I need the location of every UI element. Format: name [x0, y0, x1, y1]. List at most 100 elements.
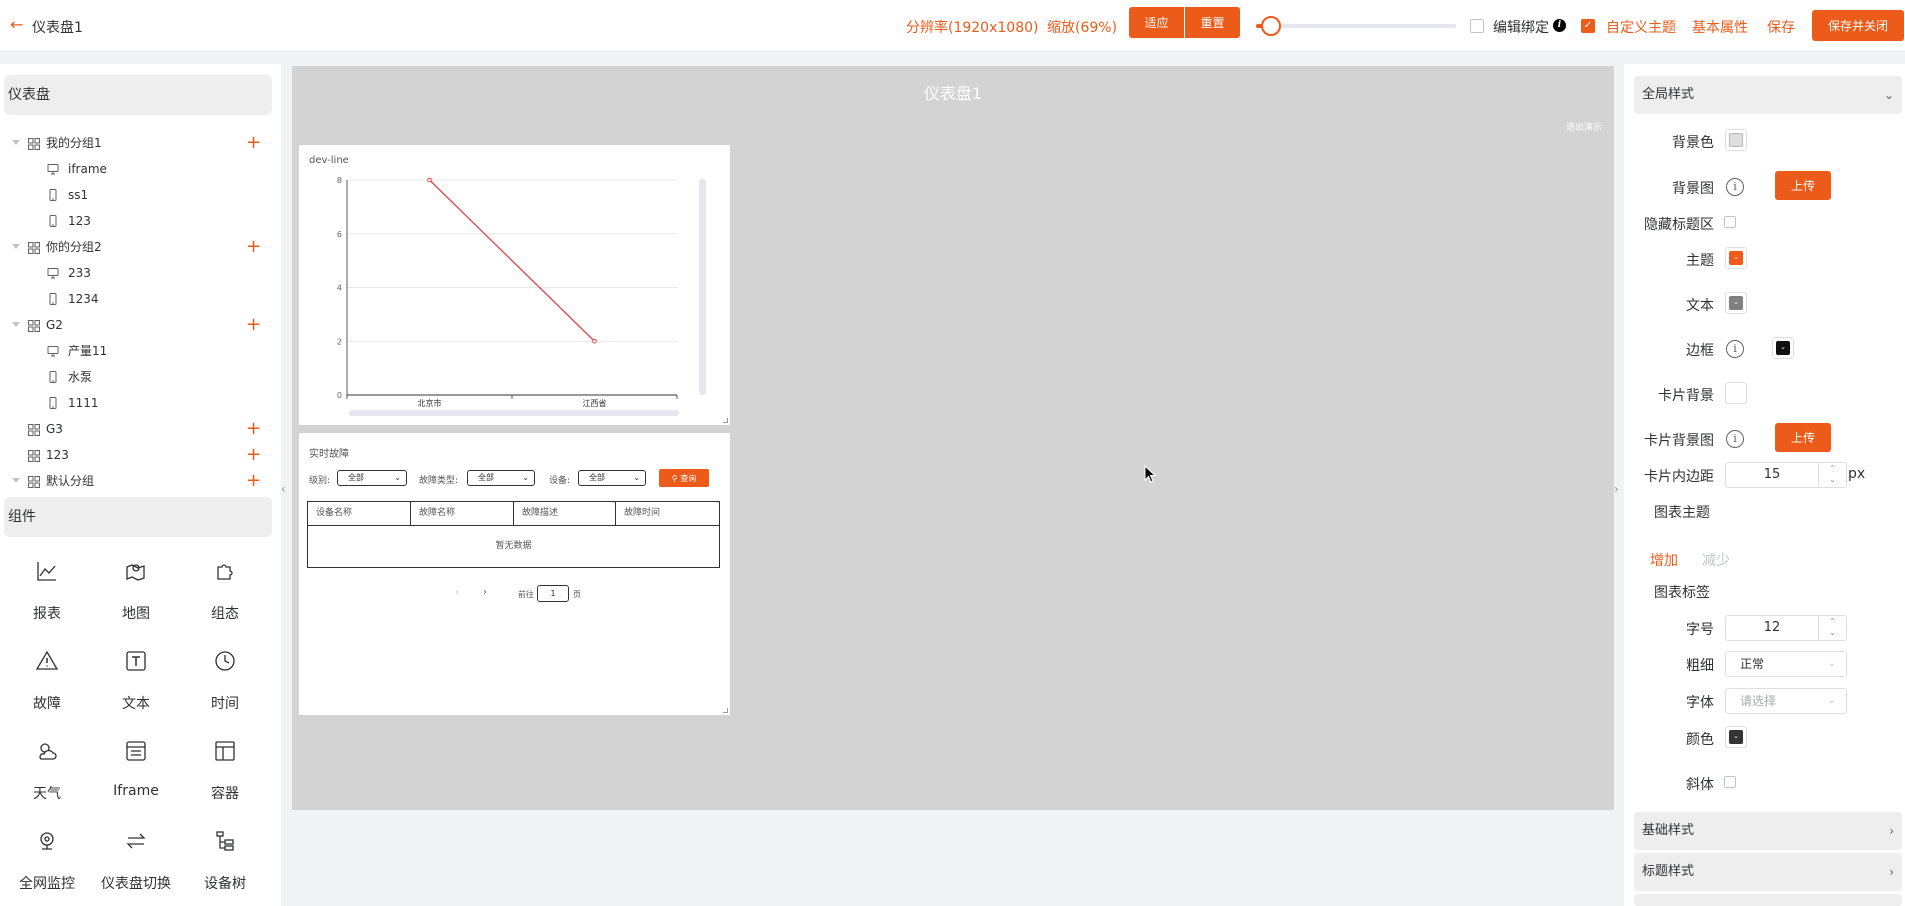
- back-arrow-icon[interactable]: ←: [10, 15, 23, 35]
- fault-card[interactable]: 实时故障 级别: 全部 ⌄ 故障类型: 全部 ⌄ 设备: 全部 ⌄ ⚲ 查询 设备名称…: [299, 433, 730, 715]
- stepper-controls[interactable]: ⌃ ⌄: [1818, 616, 1846, 640]
- caret-down-icon[interactable]: [12, 140, 20, 145]
- line-chart-card[interactable]: dev-line 0 2 4 6 8 北京市 江西省: [299, 145, 730, 425]
- collapse-left-icon[interactable]: ‹: [281, 482, 286, 496]
- custom-theme-checkbox[interactable]: ✓: [1581, 19, 1595, 33]
- title-style-section[interactable]: 标题样式 ›: [1634, 853, 1902, 891]
- more-section[interactable]: [1634, 894, 1902, 906]
- component-iframe[interactable]: Iframe: [92, 739, 180, 799]
- component-clock[interactable]: 时间: [181, 649, 269, 713]
- prev-page-icon[interactable]: ‹: [455, 587, 459, 598]
- grid-icon: [28, 242, 40, 254]
- tree-group[interactable]: G3 +: [0, 416, 281, 442]
- component-text[interactable]: 文本: [92, 649, 180, 713]
- component-label: 地图: [122, 606, 150, 622]
- add-plus-icon[interactable]: +: [246, 312, 261, 338]
- tree-group[interactable]: 你的分组2 +: [0, 234, 281, 260]
- next-page-icon[interactable]: ›: [483, 587, 487, 598]
- card-bg-image-label: 卡片背景图: [1644, 433, 1714, 449]
- add-plus-icon[interactable]: +: [246, 468, 261, 494]
- chart-horizontal-scrollbar[interactable]: [349, 410, 679, 416]
- custom-theme-label[interactable]: 自定义主题: [1606, 17, 1676, 37]
- reduce-tab[interactable]: 减少: [1702, 550, 1730, 570]
- tree-group-label: G2: [46, 318, 63, 332]
- add-plus-icon[interactable]: +: [246, 234, 261, 260]
- tree-item[interactable]: 水泵: [0, 364, 281, 390]
- italic-checkbox[interactable]: [1724, 776, 1736, 788]
- border-label: 边框: [1686, 343, 1714, 359]
- device-select[interactable]: 全部 ⌄: [578, 470, 646, 486]
- add-tab[interactable]: 增加: [1650, 550, 1678, 570]
- tree-item-label: 产量11: [68, 344, 108, 358]
- edit-bind-checkbox[interactable]: [1470, 19, 1484, 33]
- page-input[interactable]: 1: [537, 585, 569, 602]
- add-plus-icon[interactable]: +: [246, 442, 261, 468]
- data-point: [427, 177, 432, 183]
- caret-down-icon[interactable]: [12, 244, 20, 249]
- tree-item[interactable]: 产量11: [0, 338, 281, 364]
- fit-button[interactable]: 适应: [1129, 7, 1184, 38]
- query-button[interactable]: ⚲ 查询: [659, 469, 709, 487]
- tree-item[interactable]: ss1: [0, 182, 281, 208]
- map-icon: [126, 564, 145, 581]
- text-color-picker[interactable]: ⌄: [1725, 292, 1747, 314]
- tree-item[interactable]: iframe: [0, 156, 281, 182]
- basic-style-section[interactable]: 基础样式 ›: [1634, 812, 1902, 850]
- level-select[interactable]: 全部 ⌄: [337, 470, 407, 486]
- component-camera[interactable]: 全网监控: [3, 829, 91, 893]
- add-plus-icon[interactable]: +: [246, 416, 261, 442]
- tree-item[interactable]: 123: [0, 208, 281, 234]
- component-line-chart[interactable]: 报表: [3, 559, 91, 623]
- tree-item[interactable]: 1111: [0, 390, 281, 416]
- bg-color-picker[interactable]: [1725, 129, 1747, 151]
- card-padding-input[interactable]: 15 ⌃ ⌄: [1725, 462, 1847, 488]
- fault-type-label: 故障类型:: [419, 476, 459, 486]
- save-link[interactable]: 保存: [1767, 17, 1795, 37]
- collapse-right-icon[interactable]: ›: [1614, 482, 1619, 496]
- chart-vertical-scrollbar[interactable]: [699, 179, 706, 395]
- component-tree[interactable]: 设备树: [181, 829, 269, 893]
- font-select[interactable]: 请选择 ⌄: [1725, 688, 1847, 714]
- tag-color-picker[interactable]: ⌄: [1725, 726, 1747, 748]
- resolution-label[interactable]: 分辨率(1920x1080): [906, 17, 1038, 37]
- border-color-picker[interactable]: ⌄: [1772, 337, 1794, 359]
- stepper-controls[interactable]: ⌃ ⌄: [1818, 463, 1846, 487]
- tree-group[interactable]: 默认分组 +: [0, 468, 281, 494]
- card-bg-color-picker[interactable]: [1725, 382, 1747, 404]
- caret-down-icon[interactable]: [12, 478, 20, 483]
- card-bg-image-upload-button[interactable]: 上传: [1775, 423, 1831, 452]
- tree-item[interactable]: 1234: [0, 286, 281, 312]
- add-plus-icon[interactable]: +: [246, 130, 261, 156]
- resize-handle[interactable]: [723, 418, 728, 423]
- fault-type-select[interactable]: 全部 ⌄: [467, 470, 535, 486]
- zoom-slider[interactable]: [1256, 24, 1456, 28]
- component-puzzle[interactable]: 组态: [181, 559, 269, 623]
- theme-color-picker[interactable]: ⌄: [1725, 247, 1747, 269]
- weather-icon: [39, 743, 57, 760]
- tree-group[interactable]: G2 +: [0, 312, 281, 338]
- component-warning[interactable]: 故障: [3, 649, 91, 713]
- global-style-section[interactable]: 全局样式 ⌄: [1634, 76, 1902, 114]
- component-weather[interactable]: 天气: [3, 739, 91, 803]
- chevron-down-icon: ⌄: [394, 473, 401, 482]
- resize-handle[interactable]: [723, 708, 728, 713]
- hide-title-checkbox[interactable]: [1724, 216, 1736, 228]
- basic-props-link[interactable]: 基本属性: [1692, 17, 1748, 37]
- font-size-input[interactable]: 12 ⌃ ⌄: [1725, 615, 1847, 641]
- tree-group[interactable]: 我的分组1 +: [0, 130, 281, 156]
- component-label: 故障: [33, 696, 61, 712]
- save-close-button[interactable]: 保存并关闭: [1812, 10, 1904, 41]
- exit-demo-link[interactable]: 退出演示: [1566, 120, 1602, 133]
- column-header: 故障时间: [616, 502, 719, 526]
- component-switch[interactable]: 仪表盘切换: [92, 829, 180, 893]
- caret-down-icon[interactable]: [12, 322, 20, 327]
- weight-select[interactable]: 正常 ⌄: [1725, 651, 1847, 677]
- tree-group[interactable]: 123 +: [0, 442, 281, 468]
- component-layout[interactable]: 容器: [181, 739, 269, 803]
- component-map[interactable]: 地图: [92, 559, 180, 623]
- zoom-slider-thumb[interactable]: [1261, 16, 1281, 36]
- tree-item[interactable]: 233: [0, 260, 281, 286]
- reset-button[interactable]: 重置: [1185, 7, 1240, 38]
- bg-image-upload-button[interactable]: 上传: [1775, 171, 1831, 200]
- y-tick-label: 6: [337, 230, 342, 239]
